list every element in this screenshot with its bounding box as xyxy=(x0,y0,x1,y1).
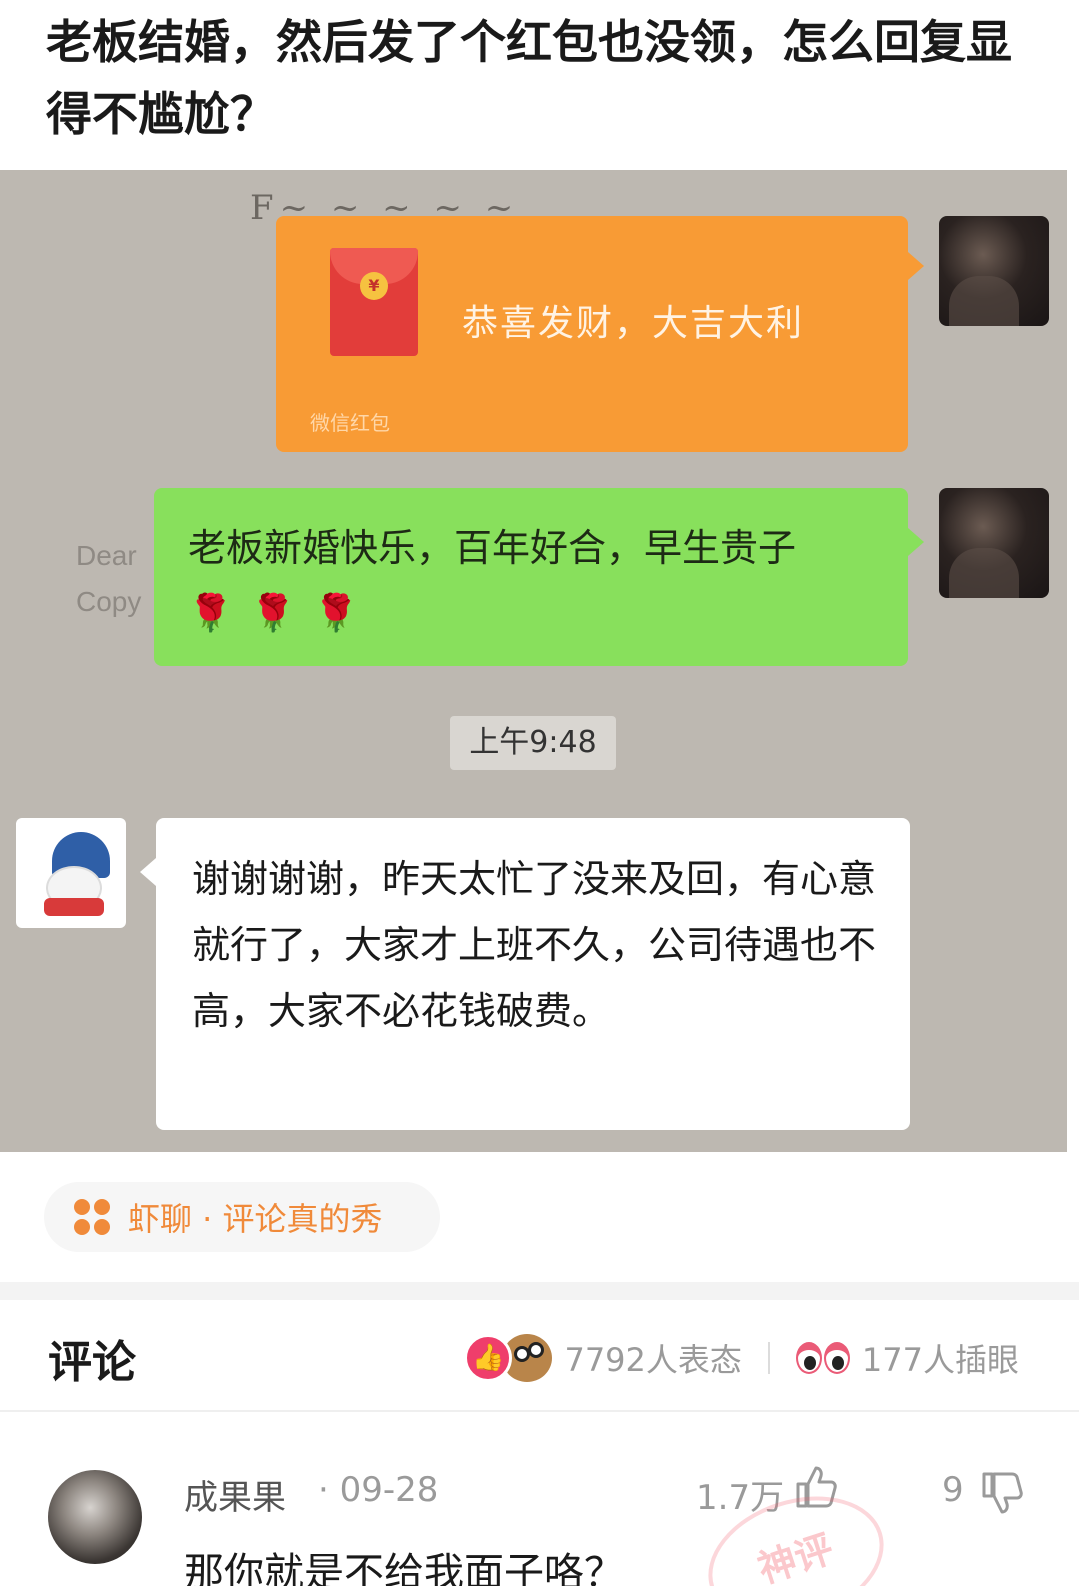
comment-date: · 09-28 xyxy=(318,1470,439,1510)
comment-author[interactable]: 成果果 xyxy=(184,1470,286,1519)
topic-label: 虾聊 · 评论真的秀 xyxy=(128,1200,383,1238)
comment-dislike-count: 9 xyxy=(942,1470,964,1510)
comment-text: 那你就是不给我面子咯？ xyxy=(184,1550,624,1586)
ghost-text: Copy xyxy=(76,586,142,617)
ghost-text: Dear xyxy=(76,540,137,571)
reaction-summary[interactable]: 👍 7792人表态 177人插眼 xyxy=(464,1330,1019,1386)
snowman-scarf-icon xyxy=(44,898,104,916)
section-divider xyxy=(0,1282,1079,1300)
chat-screenshot: F﻿~ ~ ~ ~ ~ ¥ 恭喜发财，大吉大利 微信红包 Dear Copy 老… xyxy=(0,170,1067,1152)
red-packet-footer: 微信红包 xyxy=(310,411,390,435)
thumbs-up-reaction-icon: 👍 xyxy=(464,1334,513,1382)
rose-emoji: 🌹 xyxy=(250,593,296,634)
sent-message-text: 老板新婚快乐，百年好合，早生贵子 xyxy=(188,526,797,570)
bubble-tail xyxy=(140,858,156,886)
reactions-count: 7792人表态 xyxy=(564,1341,742,1379)
header-divider xyxy=(0,1410,1079,1412)
bubble-tail xyxy=(908,528,924,556)
eyes-icon xyxy=(795,1338,852,1378)
bubble-tail xyxy=(908,252,924,280)
coin-icon: ¥ xyxy=(360,272,388,300)
topic-grid-icon xyxy=(74,1199,110,1235)
sent-message-bubble[interactable]: 老板新婚快乐，百年好合，早生贵子 🌹 🌹 🌹 xyxy=(154,488,924,666)
thumb-down-icon[interactable] xyxy=(980,1470,1024,1516)
rose-emoji: 🌹 xyxy=(188,593,233,634)
received-message-bubble[interactable]: 谢谢谢谢，昨天太忙了没来及回，有心意就行了，大家才上班不久，公司待遇也不高，大家… xyxy=(140,818,910,1130)
sender-avatar xyxy=(939,488,1049,598)
rose-emoji: 🌹 xyxy=(313,593,359,634)
sender-avatar xyxy=(939,216,1049,326)
boss-avatar xyxy=(16,818,126,928)
insert-count: 177人插眼 xyxy=(861,1341,1019,1379)
red-packet-greeting: 恭喜发财，大吉大利 xyxy=(462,303,805,344)
chat-timestamp: 上午9:48 xyxy=(450,716,616,770)
topic-tag[interactable]: 虾聊 · 评论真的秀 xyxy=(44,1182,440,1252)
divider xyxy=(767,1342,770,1374)
avatar[interactable] xyxy=(48,1470,142,1564)
post-title: 老板结婚，然后发了个红包也没领，怎么回复显得不尴尬？ xyxy=(46,15,1012,141)
red-packet-bubble[interactable]: ¥ 恭喜发财，大吉大利 微信红包 xyxy=(276,216,924,452)
received-message-text: 谢谢谢谢，昨天太忙了没来及回，有心意就行了，大家才上班不久，公司待遇也不高，大家… xyxy=(192,857,877,1033)
red-envelope-icon: ¥ xyxy=(330,248,418,356)
comments-title: 评论 xyxy=(48,1337,136,1388)
